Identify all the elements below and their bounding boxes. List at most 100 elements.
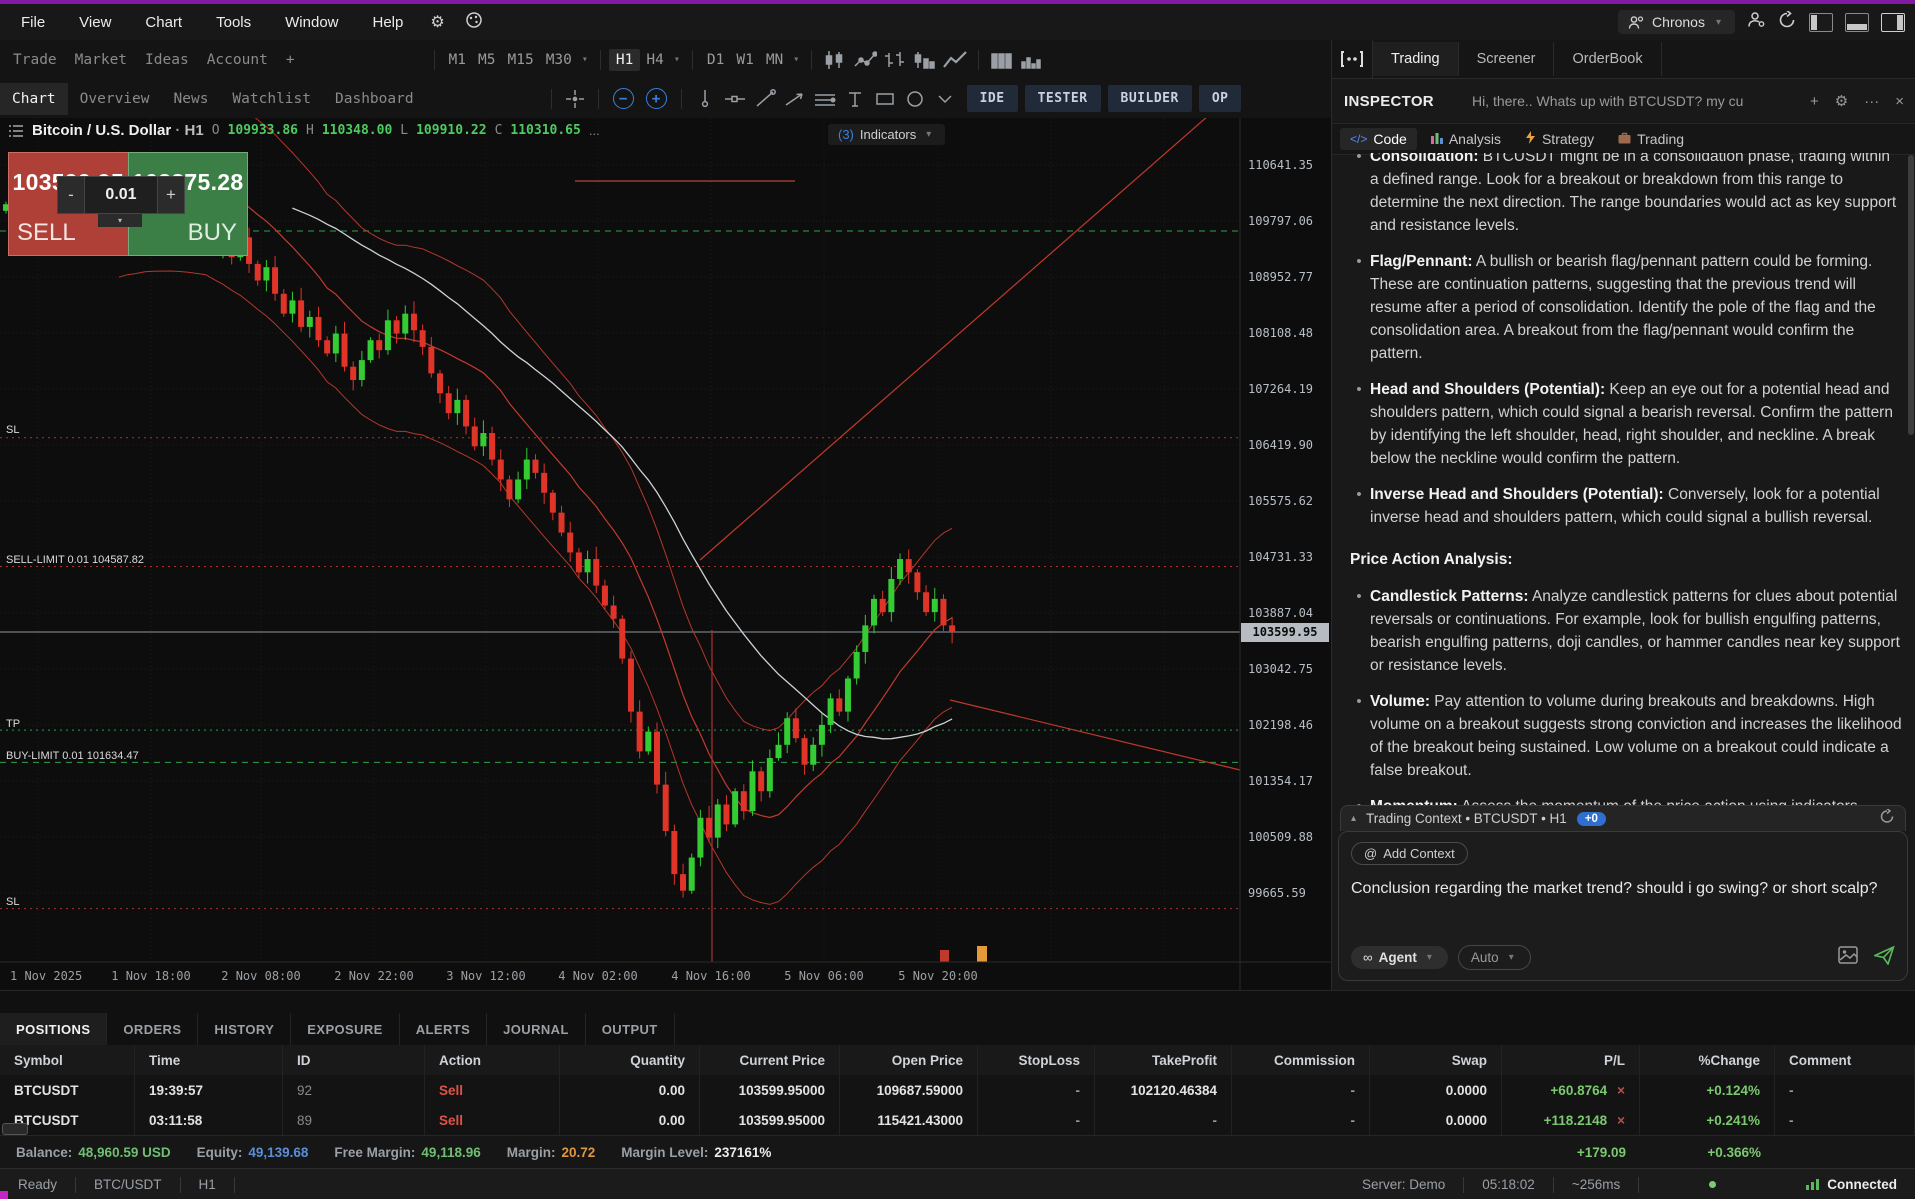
new-chat-icon[interactable]: + [1810, 93, 1819, 110]
settings-gear-icon[interactable]: ⚙ [420, 12, 454, 32]
close-position-button[interactable]: × [1617, 1113, 1625, 1128]
timeframe-m5[interactable]: M5 [472, 52, 501, 68]
chevron-down-icon[interactable]: ▾ [670, 54, 684, 65]
menu-tools[interactable]: Tools [199, 14, 268, 31]
horizontal-line-tool-icon[interactable] [720, 86, 750, 112]
text-tool-icon[interactable] [840, 86, 870, 112]
profile-selector[interactable]: Chronos ▾ [1618, 10, 1735, 34]
theme-palette-icon[interactable] [455, 11, 493, 34]
area-line-chart-type-icon[interactable] [940, 47, 970, 73]
tab-orderbook[interactable]: OrderBook [1554, 42, 1661, 76]
tab-orders[interactable]: ORDERS [107, 1013, 198, 1045]
toggle-left-panel-icon[interactable] [1809, 13, 1833, 32]
menu-view[interactable]: View [62, 14, 128, 31]
status-timeframe[interactable]: H1 [181, 1177, 234, 1192]
timeframe-h4[interactable]: H4 [640, 52, 669, 68]
menu-window[interactable]: Window [268, 14, 355, 31]
panel-scrollbar[interactable] [1908, 155, 1914, 435]
toggle-right-panel-icon[interactable] [1881, 13, 1905, 32]
candlestick-chart-type-icon[interactable] [820, 47, 850, 73]
timeframe-m1[interactable]: M1 [443, 52, 472, 68]
tab-watchlist[interactable]: Watchlist [220, 83, 323, 115]
model-selector[interactable]: Auto ▾ [1458, 945, 1531, 970]
timeframe-mn[interactable]: MN [760, 52, 789, 68]
vertical-line-tool-icon[interactable] [690, 86, 720, 112]
conversation-title[interactable]: Hi, there.. Whats up with BTCUSDT? my cu [1472, 93, 1744, 109]
inspector-settings-icon[interactable]: ⚙ [1835, 92, 1848, 110]
menu-chart[interactable]: Chart [128, 14, 199, 31]
zoom-out-icon[interactable]: − [613, 88, 634, 109]
indicators-dropdown[interactable]: (3) Indicators ▾ [828, 124, 945, 145]
tab-alerts[interactable]: ALERTS [400, 1013, 487, 1045]
tab-journal[interactable]: JOURNAL [487, 1013, 586, 1045]
nav-add-tab[interactable]: + [277, 52, 304, 68]
quantity-increase-button[interactable]: + [158, 185, 184, 205]
context-refresh-icon[interactable] [1879, 809, 1895, 829]
send-message-icon[interactable] [1874, 946, 1895, 970]
quantity-value[interactable]: 0.01 [84, 177, 158, 213]
ellipse-tool-icon[interactable] [900, 86, 930, 112]
zoom-in-icon[interactable]: + [646, 88, 667, 109]
bar-chart-type-icon[interactable] [880, 47, 910, 73]
toggle-bottom-panel-icon[interactable] [1845, 13, 1869, 32]
add-context-button[interactable]: @ Add Context [1351, 842, 1468, 865]
price-chart-area[interactable]: 110641.35109797.06108952.77108108.481072… [0, 118, 1332, 990]
trendline-tool-icon[interactable] [750, 86, 780, 112]
subtab-code[interactable]: </>Code [1340, 128, 1417, 150]
histogram-icon[interactable] [1017, 47, 1047, 73]
series-list-icon[interactable] [8, 124, 24, 138]
crosshair-icon[interactable] [560, 86, 590, 112]
symbol-title[interactable]: Bitcoin / U.S. Dollar · H1 [32, 122, 204, 139]
arrow-line-tool-icon[interactable] [780, 86, 810, 112]
collapse-chevron-icon[interactable]: ▴ [1351, 813, 1356, 824]
subtab-strategy[interactable]: Strategy [1515, 128, 1604, 150]
status-symbol[interactable]: BTC/USDT [76, 1177, 180, 1192]
message-composer[interactable]: @ Add Context Conclusion regarding the m… [1338, 831, 1908, 981]
rectangle-tool-icon[interactable] [870, 86, 900, 112]
nav-trade[interactable]: Trade [4, 52, 66, 68]
chevron-down-icon[interactable]: ▾ [578, 54, 592, 65]
candle-volume-chart-type-icon[interactable] [910, 47, 940, 73]
timeframe-w1[interactable]: W1 [730, 52, 759, 68]
optimizer-button[interactable]: OP [1199, 85, 1242, 112]
nav-ideas[interactable]: Ideas [136, 52, 198, 68]
timeframe-m30[interactable]: M30 [540, 52, 578, 68]
timeframe-d1[interactable]: D1 [701, 52, 730, 68]
tab-positions[interactable]: POSITIONS [0, 1013, 107, 1045]
close-position-button[interactable]: × [1617, 1083, 1625, 1098]
position-row[interactable]: BTCUSDT03:11:58 89Sell 0.00103599.95000 … [0, 1105, 1915, 1136]
robot-assistant-icon[interactable] [1332, 40, 1373, 78]
line-dots-chart-type-icon[interactable] [850, 47, 880, 73]
tab-chart[interactable]: Chart [0, 83, 68, 115]
volume-bars-icon[interactable] [987, 47, 1017, 73]
chevron-down-icon[interactable]: ▾ [789, 54, 803, 65]
quantity-dropdown-button[interactable]: ▾ [98, 214, 142, 227]
subtab-trading[interactable]: Trading [1608, 128, 1694, 150]
tab-overview[interactable]: Overview [68, 83, 162, 115]
tab-trading[interactable]: Trading [1373, 42, 1459, 76]
tab-news[interactable]: News [162, 83, 221, 115]
user-settings-icon[interactable] [1747, 11, 1766, 33]
menu-file[interactable]: File [4, 14, 62, 31]
legend-more[interactable]: ... [589, 123, 600, 138]
tab-dashboard[interactable]: Dashboard [323, 83, 426, 115]
message-input[interactable]: Conclusion regarding the market trend? s… [1351, 877, 1891, 901]
position-row[interactable]: BTCUSDT19:39:57 92Sell 0.00103599.95000 … [0, 1075, 1915, 1106]
agent-mode-selector[interactable]: ∞ Agent ▾ [1351, 946, 1448, 969]
trading-context-bar[interactable]: ▴ Trading Context • BTCUSDT • H1 +0 [1340, 805, 1906, 831]
attach-image-icon[interactable] [1838, 946, 1858, 969]
subtab-analysis[interactable]: Analysis [1421, 128, 1511, 150]
nav-account[interactable]: Account [198, 52, 277, 68]
tester-button[interactable]: TESTER [1025, 85, 1101, 112]
tab-output[interactable]: OUTPUT [586, 1013, 675, 1045]
nav-market[interactable]: Market [66, 52, 136, 68]
more-options-icon[interactable]: ··· [1864, 93, 1879, 110]
parallel-lines-tool-icon[interactable] [810, 86, 840, 112]
timeframe-m15[interactable]: M15 [501, 52, 539, 68]
more-tools-chevron-icon[interactable] [930, 86, 960, 112]
menu-help[interactable]: Help [356, 14, 421, 31]
tab-exposure[interactable]: EXPOSURE [291, 1013, 399, 1045]
timeframe-h1[interactable]: H1 [609, 49, 640, 71]
tab-screener[interactable]: Screener [1459, 42, 1555, 76]
sync-refresh-icon[interactable] [1778, 11, 1797, 34]
